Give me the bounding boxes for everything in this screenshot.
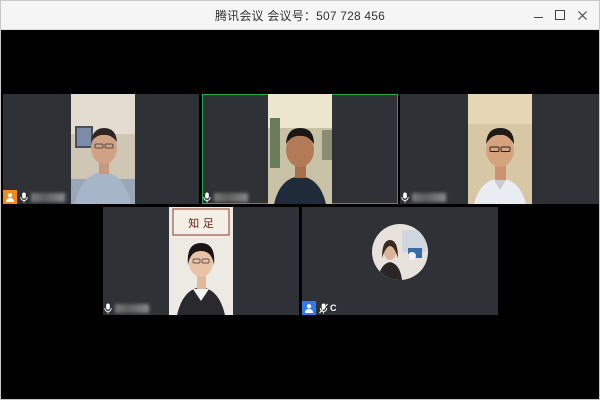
microphone-muted-icon xyxy=(318,302,328,314)
microphone-icon xyxy=(400,191,410,203)
user-icon xyxy=(305,304,313,313)
participant-avatar xyxy=(372,224,428,280)
title-bar: 腾讯会议 会议号：507 728 456 xyxy=(1,1,599,30)
participant-tile-2[interactable] xyxy=(202,94,398,204)
host-badge xyxy=(302,301,316,315)
microphone-icon xyxy=(19,191,29,203)
participant-video: 知 足 xyxy=(169,207,233,315)
host-badge xyxy=(3,190,17,204)
participant-tile-3[interactable] xyxy=(400,94,599,204)
meeting-window: 腾讯会议 会议号：507 728 456 知 足 C xyxy=(0,0,600,400)
close-icon xyxy=(577,10,587,20)
participant-name-blurred xyxy=(214,192,248,202)
minimize-button[interactable] xyxy=(527,1,549,29)
participant-tile-5[interactable]: C xyxy=(302,207,498,315)
window-title: 腾讯会议 会议号：507 728 456 xyxy=(214,8,386,23)
participant-name: C xyxy=(330,303,337,313)
participant-nametag xyxy=(400,190,449,204)
maximize-icon xyxy=(555,10,565,20)
svg-text:知 足: 知 足 xyxy=(188,216,214,230)
participant-nametag xyxy=(3,190,68,204)
participant-nametag xyxy=(202,190,251,204)
participant-video xyxy=(468,94,532,204)
maximize-button[interactable] xyxy=(549,1,571,29)
participant-video xyxy=(268,94,332,204)
microphone-icon xyxy=(103,302,113,314)
participant-video xyxy=(71,94,135,204)
participant-name-blurred xyxy=(115,303,149,313)
participant-name-blurred xyxy=(31,192,65,202)
user-icon xyxy=(6,193,14,202)
participant-nametag: C xyxy=(302,301,340,315)
participant-nametag xyxy=(103,301,152,315)
minimize-icon xyxy=(533,16,543,18)
participant-name-blurred xyxy=(412,192,446,202)
close-button[interactable] xyxy=(571,1,593,29)
microphone-icon xyxy=(202,191,212,203)
participant-tile-1[interactable] xyxy=(3,94,199,204)
participant-tile-4[interactable]: 知 足 xyxy=(103,207,299,315)
